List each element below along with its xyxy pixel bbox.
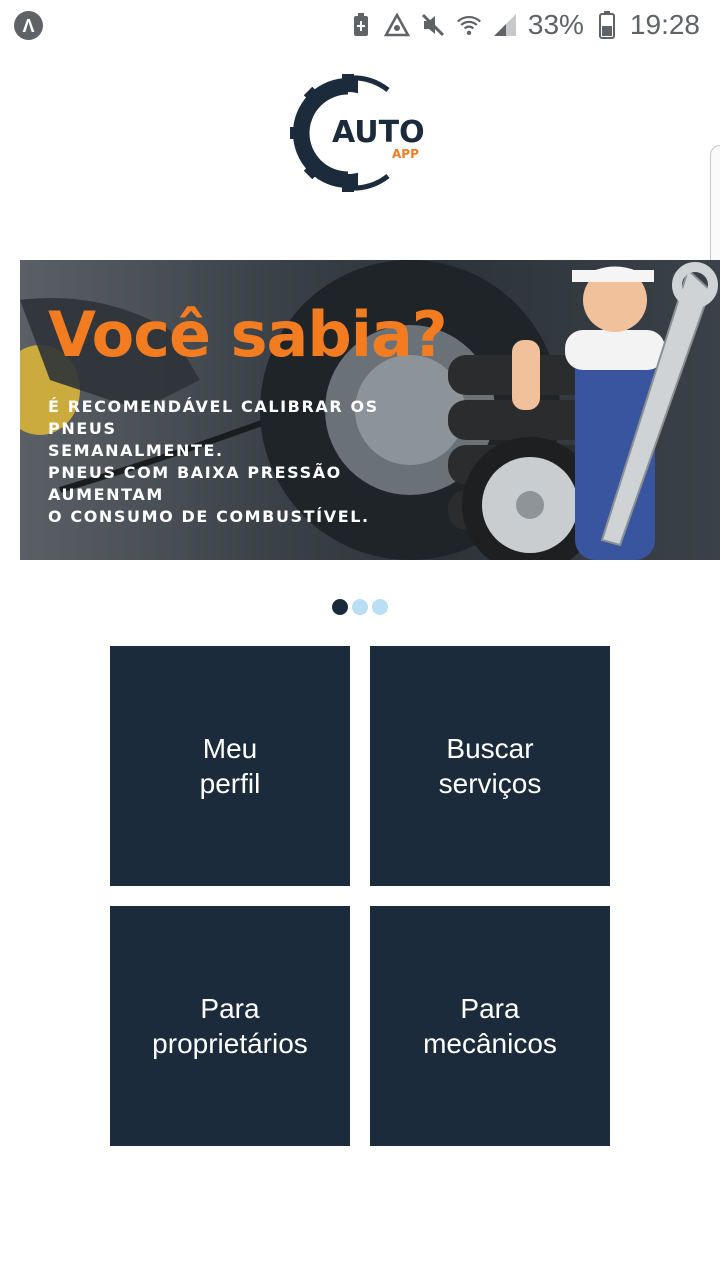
logo-sub-text: APP [392,147,419,161]
tile-label-line1: Para [460,993,520,1024]
status-bar: Λ 33% 19:28 [0,0,720,50]
wifi-icon [456,12,482,38]
tile-label-line1: Buscar [446,733,534,764]
battery-icon [594,11,620,39]
banner-line: O CONSUMO DE COMBUSTÍVEL. [48,507,370,526]
search-services-button[interactable]: Buscar serviços [370,646,610,886]
tile-label-line2: mecânicos [423,1028,557,1059]
tile-label-line1: Meu [202,733,258,764]
logo-main-text: AUTO [332,115,425,150]
carousel-indicator [332,599,388,615]
auto-app-logo: AUTO APP [288,72,438,194]
carousel-dot-1[interactable] [332,599,348,615]
tile-label-line2: serviços [438,768,542,799]
carousel-dot-3[interactable] [372,599,388,615]
battery-saver-icon [348,12,374,38]
for-owners-button[interactable]: Para proprietários [110,906,350,1146]
for-mechanics-button[interactable]: Para mecânicos [370,906,610,1146]
banner-line: PNEUS COM BAIXA PRESSÃO AUMENTAM [48,463,342,504]
banner-line: É RECOMENDÁVEL CALIBRAR OS PNEUS [48,397,379,438]
my-profile-button[interactable]: Meu perfil [110,646,350,886]
banner-line: SEMANALMENTE. [48,441,224,460]
banner-text: É RECOMENDÁVEL CALIBRAR OS PNEUS SEMANAL… [48,396,448,528]
status-icons: 33% 19:28 [348,8,700,42]
app-notification-icon: Λ [14,11,43,40]
banner-title: Você sabia? [48,298,448,371]
signal-icon [492,12,518,38]
tile-label-line1: Para [200,993,260,1024]
data-saver-icon [383,12,410,38]
tile-label-line2: proprietários [152,1028,308,1059]
mute-icon [420,12,446,38]
carousel-dot-2[interactable] [352,599,368,615]
clock: 19:28 [629,9,700,40]
tips-banner[interactable]: Você sabia? É RECOMENDÁVEL CALIBRAR OS P… [20,260,720,560]
battery-percentage: 33% [527,9,584,40]
tile-label-line2: perfil [199,768,261,799]
